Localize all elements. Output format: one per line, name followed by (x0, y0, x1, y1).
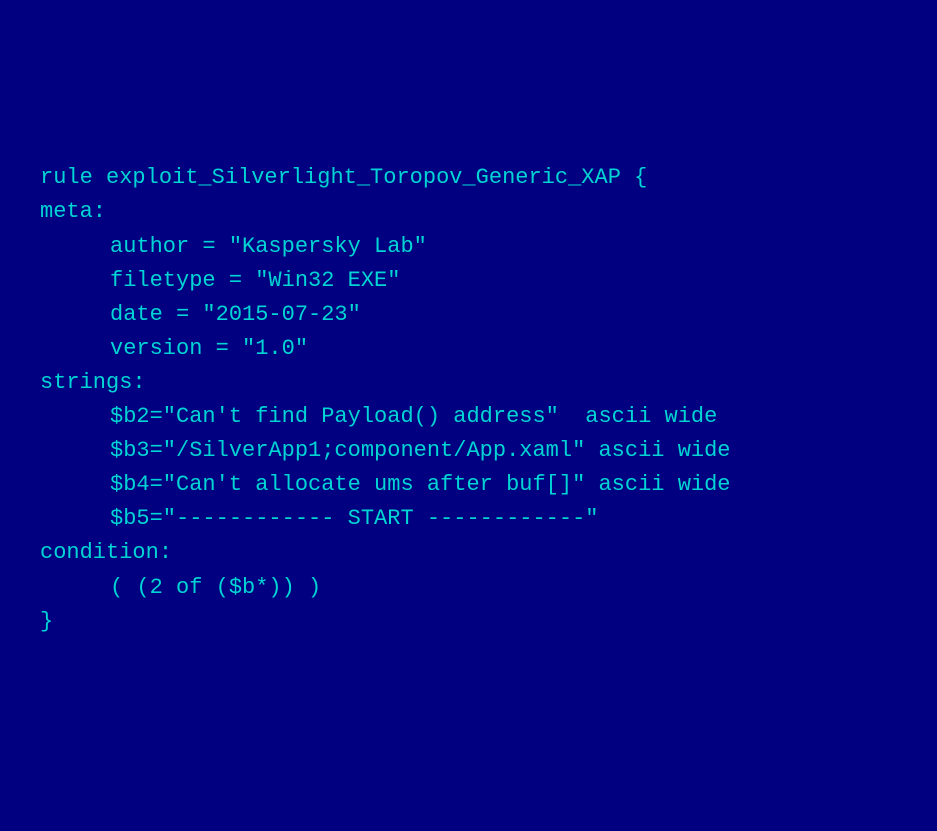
code-block: rule exploit_Silverlight_Toropov_Generic… (40, 161, 897, 638)
code-line-b2: $b2="Can't find Payload() address" ascii… (40, 400, 897, 434)
code-line-filetype: filetype = "Win32 EXE" (40, 264, 897, 298)
code-line-condition: condition: (40, 536, 897, 570)
code-line-author: author = "Kaspersky Lab" (40, 230, 897, 264)
code-line-b5: $b5="------------ START ------------" (40, 502, 897, 536)
code-line-closebrace: } (40, 605, 897, 639)
code-line-b4: $b4="Can't allocate ums after buf[]" asc… (40, 468, 897, 502)
code-line-condition-expr: ( (2 of ($b*)) ) (40, 571, 897, 605)
code-line-b3: $b3="/SilverApp1;component/App.xaml" asc… (40, 434, 897, 468)
code-line-meta: meta: (40, 195, 897, 229)
code-line-strings: strings: (40, 366, 897, 400)
code-line-date: date = "2015-07-23" (40, 298, 897, 332)
code-line-rule: rule exploit_Silverlight_Toropov_Generic… (40, 161, 897, 195)
code-line-version: version = "1.0" (40, 332, 897, 366)
